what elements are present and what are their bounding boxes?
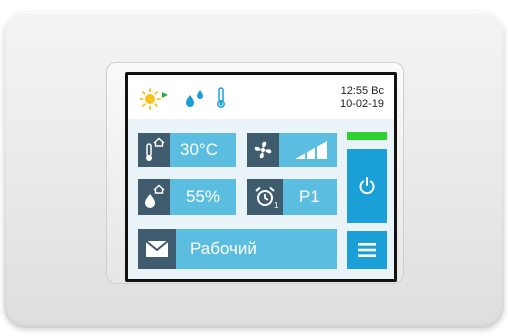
time-text: 12:55 Вс [340,85,384,97]
status-indicator [347,132,387,140]
clock: 12:55 Вс 10-02-19 [340,85,384,111]
temperature-tile[interactable]: 30°C [138,133,236,167]
fan-tile[interactable] [247,133,337,167]
date-text: 10-02-19 [339,98,384,110]
schedule-subscript: 1 [274,201,279,210]
status-bar: 12:55 Вс 10-02-19 [128,75,394,119]
sun-play-icon [140,88,168,110]
fan-icon [254,141,272,159]
temperature-value: 30°C [180,140,218,159]
humidity-tile[interactable]: 55% [138,179,236,215]
menu-icon [358,243,376,257]
menu-button[interactable] [347,231,387,269]
mode-tile[interactable]: Рабочий [138,229,337,269]
home-thermometer-icon [146,137,165,161]
schedule-tile[interactable]: 1 P1 [247,179,337,215]
home-droplet-icon [145,184,165,208]
envelope-icon [146,241,168,257]
power-button[interactable] [347,149,387,223]
humidity-value: 55% [186,187,221,206]
power-icon [359,177,375,195]
schedule-value: P1 [299,187,320,206]
fan-speed-bars-icon [295,141,327,159]
water-drops-icon [186,90,203,107]
alarm-clock-icon [255,186,275,206]
thermometer-icon [217,87,225,108]
touch-display: 12:55 Вс 10-02-19 30°C 55% 1 P1 Рабочий [128,75,394,279]
control-panel: 30°C 55% 1 P1 Рабочий [128,119,394,279]
mode-value: Рабочий [190,239,257,258]
